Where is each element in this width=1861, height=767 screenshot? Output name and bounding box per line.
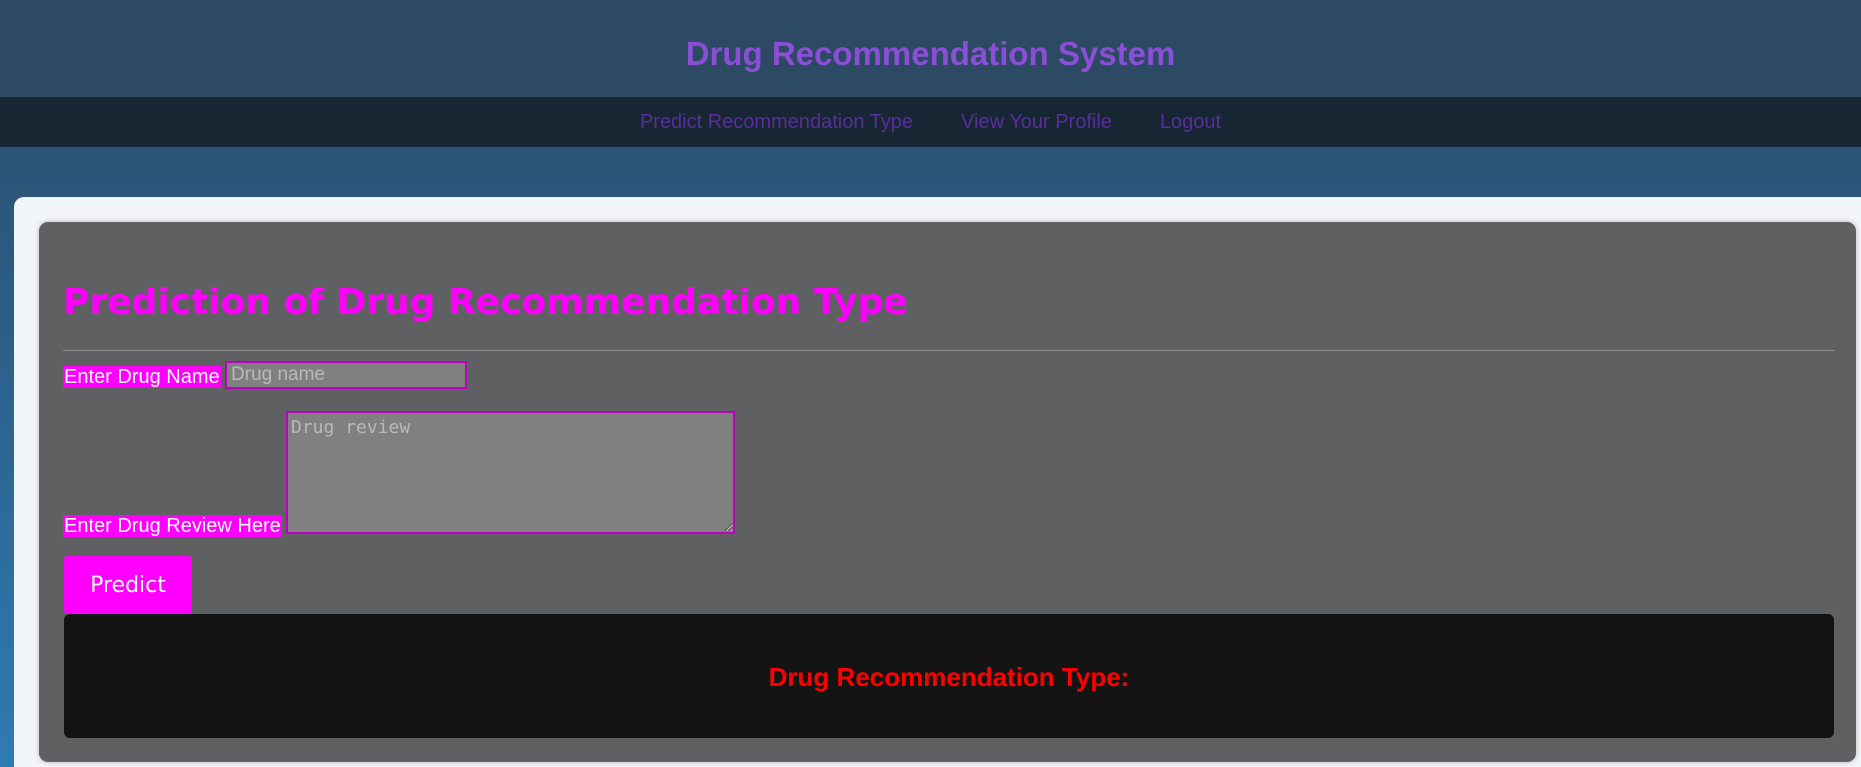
app-title: Drug Recommendation System [685, 35, 1176, 72]
nav-link-predict[interactable]: Predict Recommendation Type [640, 97, 913, 147]
nav-link-profile[interactable]: View Your Profile [961, 97, 1112, 147]
drug-review-label: Enter Drug Review Here [63, 515, 282, 537]
result-title: Drug Recommendation Type: [768, 662, 1130, 692]
drug-name-label: Enter Drug Name [63, 366, 221, 388]
drug-review-textarea[interactable] [286, 411, 735, 534]
nav-link-logout[interactable]: Logout [1160, 97, 1221, 147]
result-box: Drug Recommendation Type: [64, 614, 1834, 738]
drug-name-input[interactable] [225, 361, 467, 389]
prediction-title: Prediction of Drug Recommendation Type [63, 282, 908, 323]
nav-bar: Predict Recommendation Type View Your Pr… [0, 97, 1861, 147]
app-header: Drug Recommendation System [0, 0, 1861, 97]
predict-button[interactable]: Predict [64, 556, 192, 614]
title-divider [63, 350, 1835, 351]
